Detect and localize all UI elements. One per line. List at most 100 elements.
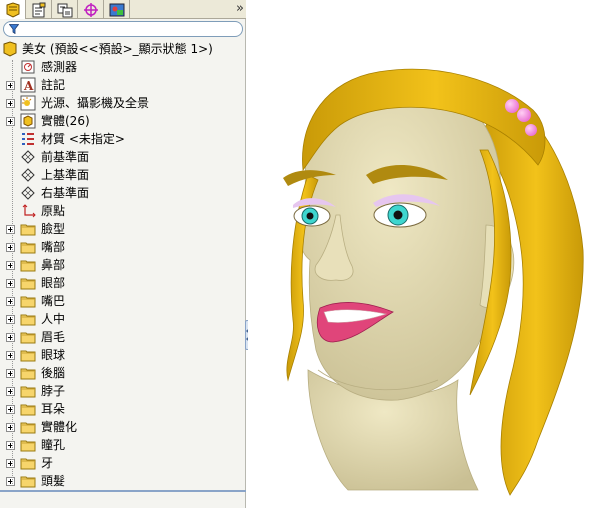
folder-icon (20, 455, 36, 471)
tree-item[interactable]: 前基準面 (0, 148, 246, 166)
expand-toggle[interactable] (6, 369, 15, 378)
tree-item-label: 嘴巴 (41, 294, 66, 308)
expand-toggle[interactable] (6, 117, 15, 126)
tree-item[interactable]: 上基準面 (0, 166, 246, 184)
tree-item[interactable]: 人中 (0, 310, 246, 328)
expand-toggle[interactable] (6, 315, 15, 324)
tab-configuration-manager[interactable] (52, 0, 78, 19)
expand-toggle[interactable] (6, 333, 15, 342)
tree-item[interactable]: 鼻部 (0, 256, 246, 274)
tree-guide-line (12, 60, 13, 484)
tree-item-label: 後腦 (41, 366, 66, 380)
tree-item-label: 臉型 (41, 222, 66, 236)
tree-item-label: 耳朵 (41, 402, 66, 416)
folder-icon (20, 239, 36, 255)
tree-item-label: 感測器 (41, 60, 78, 74)
expand-toggle[interactable] (6, 243, 15, 252)
expand-toggle[interactable] (6, 261, 15, 270)
tree-item[interactable]: 耳朵 (0, 400, 246, 418)
plane-icon (20, 167, 36, 183)
tree-item-label: 前基準面 (41, 150, 90, 164)
tree-item[interactable]: 實體化 (0, 418, 246, 436)
feature-tree-icon (6, 1, 19, 18)
tree-item-label: 眉毛 (41, 330, 66, 344)
tree-filter-input[interactable] (3, 21, 243, 37)
tree-item[interactable]: 嘴巴 (0, 292, 246, 310)
tree-item-label: 眼部 (41, 276, 66, 290)
tree-item[interactable]: 嘴部 (0, 238, 246, 256)
tree-root[interactable]: 美女 (預設<<預設>_顯示狀態 1>) (0, 40, 246, 58)
expand-toggle[interactable] (6, 99, 15, 108)
panel-bottom-border (0, 490, 246, 492)
tree-root-label: 美女 (預設<<預設>_顯示狀態 1>) (22, 42, 213, 56)
more-tabs-button[interactable]: » (236, 0, 244, 19)
folder-icon (20, 437, 36, 453)
tab-property-manager[interactable] (26, 0, 52, 19)
part-icon (2, 41, 18, 57)
tree-item[interactable]: 材質 <未指定> (0, 130, 246, 148)
expand-toggle[interactable] (6, 297, 15, 306)
origin-icon (20, 203, 36, 219)
configuration-icon (57, 3, 72, 17)
tree-item-label: 原點 (41, 204, 66, 218)
tree-item[interactable]: A 註記 (0, 76, 246, 94)
folder-icon (20, 401, 36, 417)
solid-bodies-icon (20, 113, 36, 129)
tree-item[interactable]: 瞳孔 (0, 436, 246, 454)
folder-icon (20, 221, 36, 237)
tab-display-manager[interactable] (104, 0, 130, 19)
pupil-left (306, 212, 314, 220)
property-manager-icon (32, 2, 45, 17)
tree-item-label: 註記 (41, 78, 66, 92)
tree-item-label: 光源、攝影機及全景 (41, 96, 150, 110)
expand-toggle[interactable] (6, 279, 15, 288)
expand-toggle[interactable] (6, 477, 15, 486)
tree-item[interactable]: 牙 (0, 454, 246, 472)
tree-item[interactable]: 右基準面 (0, 184, 246, 202)
hair-bead (505, 99, 519, 113)
expand-toggle[interactable] (6, 441, 15, 450)
tree-item[interactable]: 臉型 (0, 220, 246, 238)
folder-icon (20, 473, 36, 489)
material-icon (20, 131, 36, 147)
tree-item-label: 脖子 (41, 384, 66, 398)
tab-feature-manager[interactable] (0, 0, 26, 19)
folder-icon (20, 419, 36, 435)
tree-item[interactable]: 脖子 (0, 382, 246, 400)
tree-item-label: 實體化 (41, 420, 78, 434)
folder-icon (20, 383, 36, 399)
tree-item[interactable]: 實體(26) (0, 112, 246, 130)
hair-bead (525, 124, 537, 136)
feature-manager-panel: » 美女 (預設<<預設>_顯示狀態 1>) 感測器 A 註記光源、攝影機及全景 實體(… (0, 0, 246, 508)
expand-toggle[interactable] (6, 351, 15, 360)
svg-text:A: A (23, 79, 34, 93)
tree-item[interactable]: 頭髮 (0, 472, 246, 490)
tree-item[interactable]: 眼部 (0, 274, 246, 292)
plane-icon (20, 185, 36, 201)
plane-icon (20, 149, 36, 165)
expand-toggle[interactable] (6, 81, 15, 90)
folder-icon (20, 329, 36, 345)
expand-toggle[interactable] (6, 405, 15, 414)
expand-toggle[interactable] (6, 459, 15, 468)
tree-item-label: 嘴部 (41, 240, 66, 254)
tree-item[interactable]: 眼球 (0, 346, 246, 364)
tree-item[interactable]: 感測器 (0, 58, 246, 76)
folder-icon (20, 347, 36, 363)
tree-item-label: 右基準面 (41, 186, 90, 200)
expand-toggle[interactable] (6, 423, 15, 432)
tree-item[interactable]: 眉毛 (0, 328, 246, 346)
tab-dimxpert[interactable] (78, 0, 104, 19)
tree-item[interactable]: 原點 (0, 202, 246, 220)
tree-item[interactable]: 後腦 (0, 364, 246, 382)
tree-item-label: 實體(26) (41, 114, 90, 128)
expand-toggle[interactable] (6, 225, 15, 234)
3d-graphics-area[interactable] (248, 0, 604, 508)
tree-item-label: 眼球 (41, 348, 66, 362)
folder-icon (20, 257, 36, 273)
expand-toggle[interactable] (6, 387, 15, 396)
annotation-icon: A (20, 77, 36, 93)
tree-item[interactable]: 光源、攝影機及全景 (0, 94, 246, 112)
folder-icon (20, 293, 36, 309)
tree-item-label: 鼻部 (41, 258, 66, 272)
